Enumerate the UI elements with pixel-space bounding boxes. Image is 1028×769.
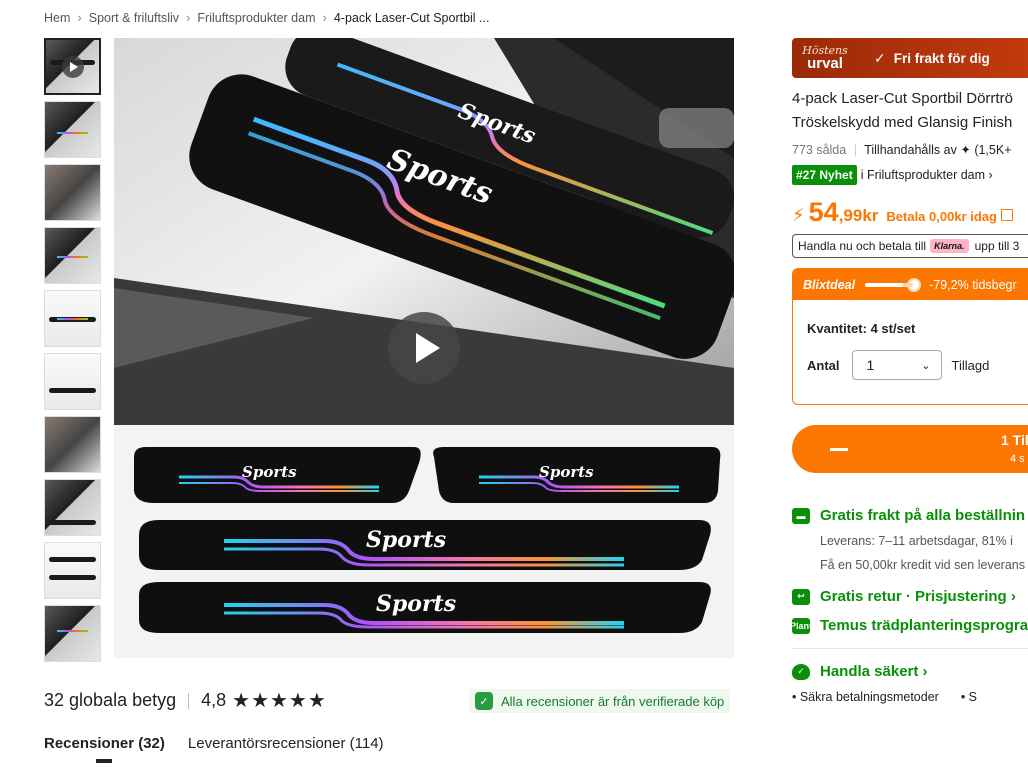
add-to-cart-label: 1 Til — [1001, 432, 1028, 448]
rating-value: 4,8 — [201, 690, 227, 710]
ranking[interactable]: #27 Nyhet i Friluftsprodukter dam › — [792, 165, 1028, 185]
breadcrumb-friluft[interactable]: Friluftsprodukter dam — [197, 11, 315, 25]
add-to-cart-button[interactable]: 1 Til 4 s — [792, 425, 1028, 473]
thumbnail-image[interactable] — [44, 416, 101, 473]
thumbnail-video[interactable] — [44, 38, 101, 95]
chevron-right-icon: › — [186, 10, 191, 25]
free-returns-perk[interactable]: ↩ Gratis retur · Prisjustering › — [792, 588, 1028, 605]
review-tabs: Recensioner (32) Leverantörsrecensioner … — [44, 735, 407, 763]
lightning-icon: ⚡ — [792, 205, 805, 225]
breadcrumb-home[interactable]: Hem — [44, 11, 70, 25]
free-shipping-perk[interactable]: ▬ Gratis frakt på alla beställnin — [792, 507, 1028, 524]
thumbnail-image[interactable] — [44, 479, 101, 536]
breadcrumb-sport[interactable]: Sport & friluftsliv — [89, 11, 179, 25]
add-to-cart-sub: 4 s — [1010, 453, 1025, 465]
reviews-count: 32 globala betyg — [44, 690, 177, 710]
price-whole: 54 — [808, 197, 839, 227]
flash-deal-box: Blixtdeal -79,2% tidsbegr Kvantitet: 4 s… — [792, 268, 1028, 405]
seller-avatar-icon: ✦ — [960, 143, 971, 157]
thumbnail-image[interactable] — [44, 227, 101, 284]
amount-label: Antal — [807, 357, 840, 373]
thumbnail-image[interactable] — [44, 290, 101, 347]
free-shipping-banner: Höstens urval ✓ Fri frakt för dig — [792, 38, 1028, 78]
hostens-urval-logo: Höstens urval — [802, 44, 848, 72]
reviews-summary: 32 globala betyg 4,8 ★★★★★ — [44, 688, 327, 713]
thumbnail-image[interactable] — [44, 164, 101, 221]
star-rating-icon: ★★★★★ — [232, 690, 327, 712]
check-icon: ✓ — [874, 49, 886, 66]
thumbnail-list — [44, 38, 102, 668]
rank-badge: #27 Nyhet — [792, 165, 857, 185]
deal-progress-bar — [865, 282, 914, 287]
security-bullets: • Säkra betalningsmetoder • S — [792, 690, 1028, 704]
breadcrumb-current: 4-pack Laser-Cut Sportbil ... — [333, 10, 490, 25]
thumbnail-image[interactable] — [44, 101, 101, 158]
chevron-down-icon: ⌄ — [921, 359, 931, 372]
truck-icon: ▬ — [792, 507, 810, 524]
deal-discount: -79,2% tidsbegr — [929, 277, 1017, 292]
verified-reviews-badge: ✓ Alla recensioner är från verifierade k… — [469, 689, 731, 713]
verified-text: Alla recensioner är från verifierade köp — [501, 693, 725, 709]
product-photo-stickers: Sports Sports Sports Sports — [114, 425, 734, 658]
shop-safely[interactable]: ✓ Handla säkert › — [792, 663, 1028, 680]
tab-supplier-reviews[interactable]: Leverantörsrecensioner (114) — [188, 735, 384, 752]
amount-row: Antal 1 ⌄ Tillagd — [793, 350, 1028, 380]
provided-by[interactable]: Tillhandahålls av — [864, 143, 957, 157]
bullet-more: • S — [960, 690, 978, 704]
price-decimal: ,99kr — [838, 206, 879, 225]
chevron-right-icon: › — [322, 10, 327, 25]
plant-icon: Plant — [790, 617, 812, 634]
svg-text:Sports: Sports — [366, 527, 446, 553]
svg-text:Sports: Sports — [242, 463, 297, 481]
price-row: ⚡ 54 ,99kr Betala 0,00kr idag — [792, 197, 1028, 228]
info-icon[interactable] — [1000, 209, 1013, 221]
delivery-info: Leverans: 7–11 arbetsdagar, 81% i — [820, 534, 1013, 548]
bullet-payments: • Säkra betalningsmetoder — [792, 690, 939, 704]
svg-text:Sports: Sports — [539, 463, 594, 481]
shield-check-icon: ✓ — [475, 692, 493, 710]
shield-check-icon: ✓ — [792, 663, 810, 680]
minus-icon[interactable] — [830, 447, 848, 451]
chevron-right-icon: › — [77, 10, 82, 25]
divider — [188, 692, 190, 709]
thumbnail-image[interactable] — [44, 605, 101, 662]
quantity-select[interactable]: 1 ⌄ — [851, 350, 942, 380]
play-icon — [61, 55, 84, 78]
tab-reviews[interactable]: Recensioner (32) — [44, 735, 165, 763]
flash-deal-title: Blixtdeal — [803, 277, 856, 292]
svg-text:Sports: Sports — [376, 591, 456, 617]
thumbnail-image[interactable] — [44, 542, 101, 599]
product-info-panel: Höstens urval ✓ Fri frakt för dig 4-pack… — [790, 38, 1028, 704]
rank-category: i Friluftsprodukter dam › — [860, 168, 993, 182]
flash-deal-header: Blixtdeal -79,2% tidsbegr — [793, 269, 1028, 300]
main-product-image[interactable]: Sports Sports Sports Sports Sports Sport… — [114, 38, 734, 658]
late-delivery-credit: Få en 50,00kr kredit vid sen leverans — [820, 558, 1025, 572]
pay-today[interactable]: Betala 0,00kr idag — [886, 209, 997, 224]
sold-count: 773 sålda — [792, 143, 847, 157]
free-shipping-text: Fri frakt för dig — [893, 50, 990, 66]
play-video-button[interactable] — [388, 312, 460, 384]
product-title: 4-pack Laser-Cut Sportbil Dörrtrö Tröske… — [792, 90, 1013, 131]
seller-count: (1,5K+ — [974, 143, 1012, 157]
return-icon: ↩ — [792, 588, 810, 605]
product-meta: 773 sålda | Tillhandahålls av ✦ (1,5K+ — [792, 143, 1012, 157]
thumbnail-image[interactable] — [44, 353, 101, 410]
klarna-tooltip: Handla nu och betala till Klarna. upp ti… — [792, 234, 1028, 258]
divider — [792, 648, 1028, 649]
quantity-info: Kvantitet: 4 st/set — [807, 321, 916, 336]
breadcrumb: Hem › Sport & friluftsliv › Friluftsprod… — [44, 10, 489, 25]
klarna-logo: Klarna. — [930, 239, 969, 253]
tree-planting-perk[interactable]: Plant Temus trädplanteringsprogra — [790, 617, 1028, 634]
added-label: Tillagd — [951, 357, 990, 373]
